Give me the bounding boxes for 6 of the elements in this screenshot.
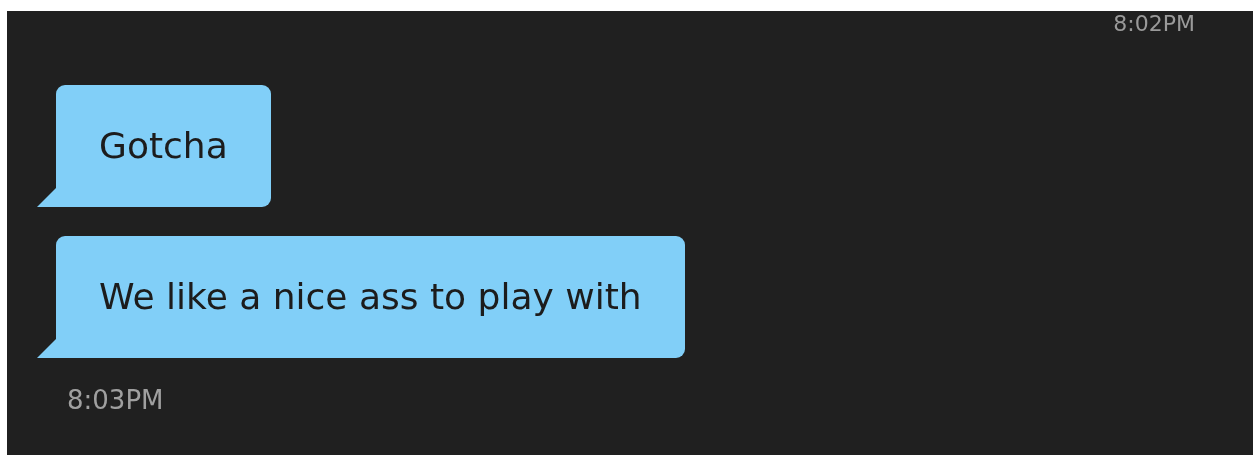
timestamp: 8:03PM (67, 385, 164, 415)
bubble-tail (37, 188, 56, 207)
message-bubble: Gotcha (56, 85, 271, 207)
bubble-tail (37, 339, 56, 358)
message-bubble: We like a nice ass to play with (56, 236, 685, 358)
timestamp: 8:02PM (1113, 11, 1195, 37)
